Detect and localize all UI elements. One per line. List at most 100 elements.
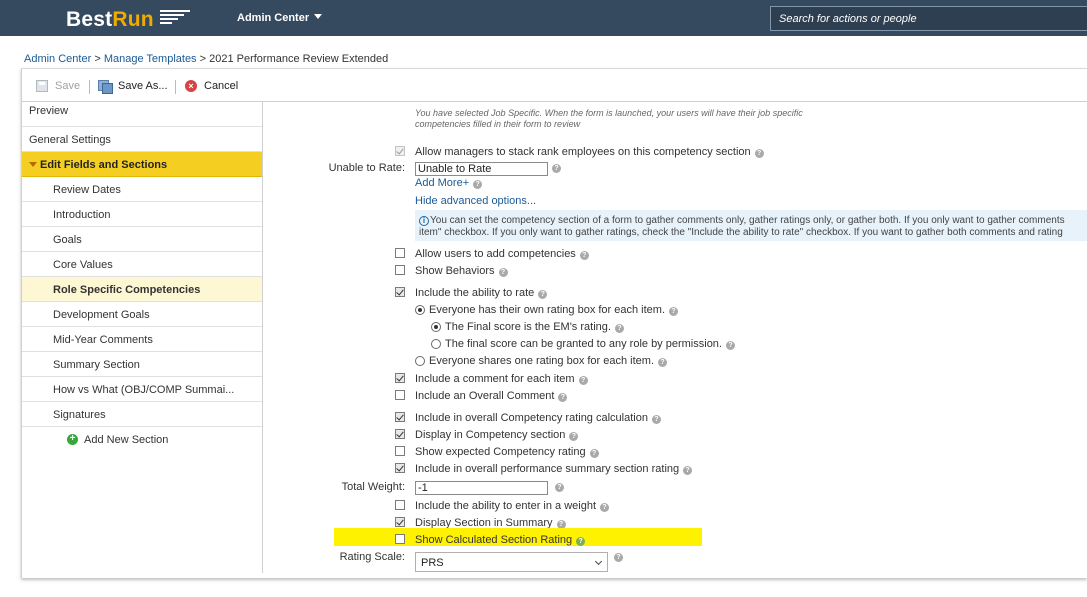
toolbar-divider: [175, 80, 176, 94]
nav-item-review-dates[interactable]: Review Dates: [22, 177, 262, 202]
stack-rank-option: Allow managers to stack rank employees o…: [415, 146, 764, 158]
save-button[interactable]: Save: [36, 80, 80, 92]
help-icon[interactable]: ?: [555, 483, 564, 492]
admin-center-label: Admin Center: [237, 12, 310, 24]
nav-preview[interactable]: Preview: [22, 102, 262, 127]
help-icon[interactable]: ?: [578, 376, 588, 385]
nav-item-development-goals[interactable]: Development Goals: [22, 302, 262, 327]
display-section-summary-checkbox[interactable]: [395, 517, 405, 527]
everyone-own-rating-label: Everyone has their own rating box for ea…: [429, 304, 666, 316]
help-icon[interactable]: ?: [725, 341, 735, 350]
help-icon[interactable]: ?: [600, 503, 610, 512]
include-overall-calc-option: Include in overall Competency rating cal…: [415, 412, 661, 424]
final-score-any-role-radio[interactable]: [431, 339, 441, 349]
allow-add-competencies-label: Allow users to add competencies: [415, 248, 576, 260]
show-behaviors-checkbox[interactable]: [395, 265, 405, 275]
breadcrumb-separator: >: [91, 53, 104, 65]
include-overall-comment-label: Include an Overall Comment: [415, 390, 555, 402]
help-icon[interactable]: ?: [683, 466, 693, 475]
hide-advanced-options-link[interactable]: Hide advanced options...: [415, 195, 536, 207]
nav-general-settings[interactable]: General Settings: [22, 127, 262, 152]
everyone-own-rating-radio[interactable]: [415, 305, 425, 315]
include-overall-calc-label: Include in overall Competency rating cal…: [415, 412, 648, 424]
logo-text-best: Best: [66, 8, 113, 31]
nav-edit-fields-and-sections[interactable]: Edit Fields and Sections: [22, 152, 262, 177]
final-score-any-role-option: The final score can be granted to any ro…: [445, 338, 735, 350]
nav-item-how-vs-what[interactable]: How vs What (OBJ/COMP Summai...: [22, 377, 262, 402]
display-in-section-checkbox[interactable]: [395, 429, 405, 439]
help-icon[interactable]: ?: [669, 307, 679, 316]
everyone-shares-rating-radio[interactable]: [415, 356, 425, 366]
nav-item-core-values[interactable]: Core Values: [22, 252, 262, 277]
nav-item-role-specific-competencies[interactable]: Role Specific Competencies: [22, 277, 262, 302]
stack-rank-checkbox[interactable]: [395, 146, 405, 156]
save-icon: [36, 80, 48, 92]
job-specific-note: You have selected Job Specific. When the…: [415, 108, 803, 129]
help-icon[interactable]: ?: [498, 268, 508, 277]
breadcrumb-admin-center[interactable]: Admin Center: [24, 53, 91, 65]
help-icon[interactable]: ?: [651, 415, 661, 424]
nav-item-mid-year-comments[interactable]: Mid-Year Comments: [22, 327, 262, 352]
show-calculated-rating-label: Show Calculated Section Rating: [415, 534, 573, 546]
help-icon[interactable]: ?: [754, 149, 764, 158]
add-more-label: Add More+: [415, 177, 470, 189]
cancel-button[interactable]: × Cancel: [185, 80, 238, 92]
include-weight-checkbox[interactable]: [395, 500, 405, 510]
display-in-section-label: Display in Competency section: [415, 429, 566, 441]
nav-item-signatures[interactable]: Signatures: [22, 402, 262, 427]
rating-scale-label: Rating Scale:: [339, 551, 405, 563]
help-icon[interactable]: ?: [552, 164, 561, 173]
rating-scale-select[interactable]: PRS: [415, 552, 608, 572]
allow-add-competencies-checkbox[interactable]: [395, 248, 405, 258]
help-icon[interactable]: ?: [614, 324, 624, 333]
include-overall-comment-option: Include an Overall Comment?: [415, 390, 568, 402]
show-calculated-rating-checkbox[interactable]: [395, 534, 405, 544]
breadcrumb-manage-templates[interactable]: Manage Templates: [104, 53, 197, 65]
include-ability-to-rate-label: Include the ability to rate: [415, 287, 535, 299]
logo-text-run: Run: [112, 8, 154, 31]
final-score-em-option: The Final score is the EM's rating.?: [445, 321, 624, 333]
include-overall-comment-checkbox[interactable]: [395, 390, 405, 400]
total-weight-input[interactable]: -1: [415, 481, 548, 495]
include-overall-calc-checkbox[interactable]: [395, 412, 405, 422]
help-icon[interactable]: ?: [576, 537, 586, 546]
nav-item-goals[interactable]: Goals: [22, 227, 262, 252]
unable-to-rate-input[interactable]: Unable to Rate: [415, 162, 548, 176]
show-expected-rating-option: Show expected Competency rating?: [415, 446, 599, 458]
include-ability-to-rate-checkbox[interactable]: [395, 287, 405, 297]
include-summary-rating-checkbox[interactable]: [395, 463, 405, 473]
nav-item-summary-section[interactable]: Summary Section: [22, 352, 262, 377]
include-summary-rating-option: Include in overall performance summary s…: [415, 463, 693, 475]
help-icon[interactable]: ?: [538, 290, 548, 299]
bestrun-logo[interactable]: BestRun: [66, 8, 154, 32]
show-behaviors-label: Show Behaviors: [415, 265, 495, 277]
add-more-link[interactable]: Add More+?: [415, 177, 483, 189]
search-input[interactable]: Search for actions or people: [770, 6, 1087, 31]
info-line-2: item" checkbox. If you only want to gath…: [419, 227, 1063, 238]
info-box: i You can set the competency section of a…: [415, 210, 1087, 241]
include-weight-option: Include the ability to enter in a weight…: [415, 500, 610, 512]
final-score-em-radio[interactable]: [431, 322, 441, 332]
display-in-section-option: Display in Competency section?: [415, 429, 579, 441]
save-as-button[interactable]: Save As...: [98, 80, 168, 94]
admin-center-menu[interactable]: Admin Center: [237, 12, 323, 24]
help-icon[interactable]: ?: [579, 251, 589, 260]
breadcrumb-current: 2021 Performance Review Extended: [209, 53, 389, 65]
help-icon[interactable]: ?: [473, 180, 483, 189]
allow-add-competencies-option: Allow users to add competencies?: [415, 248, 589, 260]
rating-scale-value: PRS: [421, 557, 444, 569]
help-icon[interactable]: ?: [569, 432, 579, 441]
logo-lines-icon: [160, 10, 190, 26]
help-icon[interactable]: ?: [589, 449, 599, 458]
toolbar: Save Save As... × Cancel: [21, 76, 1087, 100]
include-comment-checkbox[interactable]: [395, 373, 405, 383]
help-icon[interactable]: ?: [614, 553, 623, 562]
nav-item-introduction[interactable]: Introduction: [22, 202, 262, 227]
help-icon[interactable]: ?: [558, 393, 568, 402]
save-as-icon: [98, 80, 113, 94]
help-icon[interactable]: ?: [658, 358, 668, 367]
show-expected-rating-checkbox[interactable]: [395, 446, 405, 456]
add-new-section-button[interactable]: + Add New Section: [22, 427, 262, 452]
stack-rank-label: Allow managers to stack rank employees o…: [415, 146, 751, 158]
final-score-any-role-label: The final score can be granted to any ro…: [445, 338, 722, 350]
